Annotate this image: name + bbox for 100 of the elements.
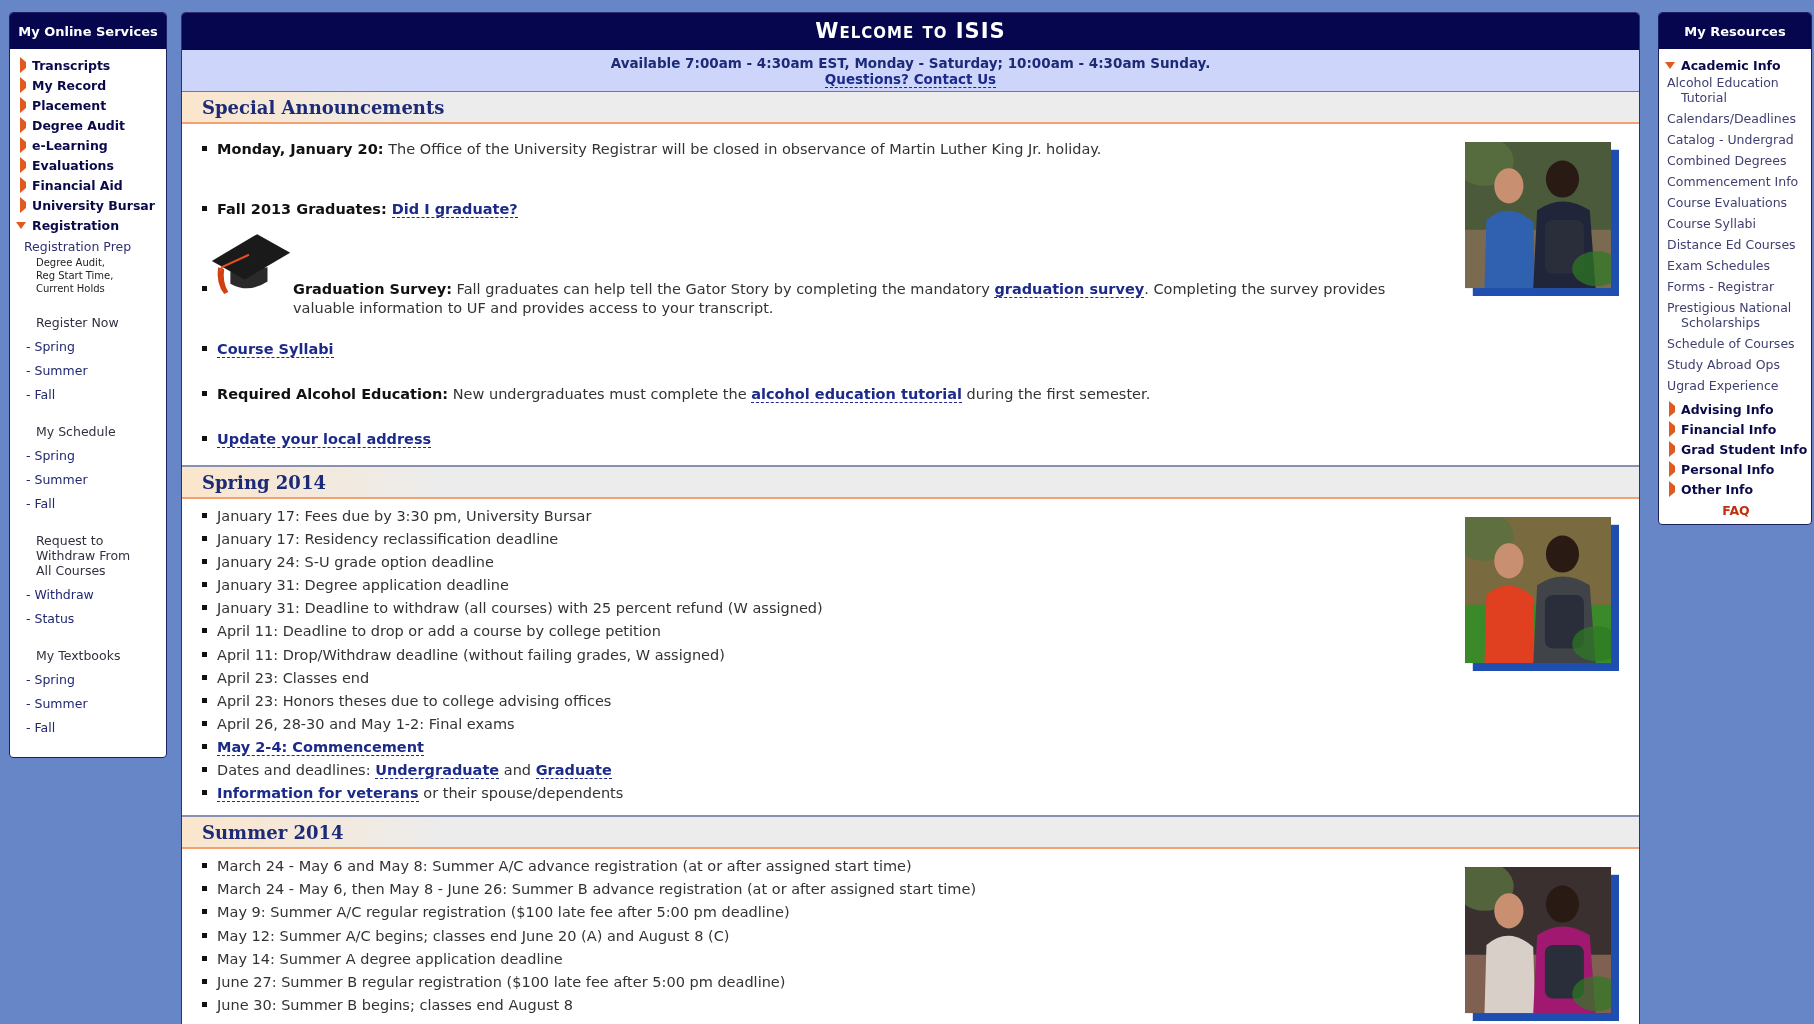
- menu-link[interactable]: Calendars/Deadlines: [1667, 111, 1807, 126]
- menu-section[interactable]: Financial Info: [1681, 421, 1777, 437]
- announcement-text: Graduation Survey: Fall graduates can help tell the Gator Story by completing the mandatory graduation survey. Completing the survey provides valuable information to UF and provides access to your transcript.: [293, 280, 1387, 318]
- text-link[interactable]: Update your local address: [217, 431, 432, 448]
- menu-section[interactable]: Evaluations: [32, 157, 114, 173]
- menu-heading[interactable]: My Textbooks: [36, 648, 146, 663]
- menu-section[interactable]: Advising Info: [1681, 401, 1774, 417]
- bullet-icon: [202, 720, 207, 726]
- menu-heading[interactable]: Request to Withdraw From All Courses: [36, 533, 146, 578]
- bullet-icon: [202, 790, 207, 796]
- menu-link[interactable]: Exam Schedules: [1667, 258, 1807, 273]
- bullet-icon: [202, 674, 207, 680]
- menu-link[interactable]: - Summer: [26, 695, 162, 713]
- announcement-text: January 17: Residency reclassification deadline: [217, 530, 559, 550]
- menu-link[interactable]: Study Abroad Ops: [1667, 357, 1807, 372]
- announcement-text: January 31: Deadline to withdraw (all courses) with 25 percent refund (W assigned): [217, 599, 823, 619]
- announcement-text: Dates and deadlines: Undergraduate and Graduate: [217, 761, 612, 782]
- menu-link[interactable]: - Status: [26, 610, 162, 628]
- menu-section[interactable]: Registration: [32, 217, 120, 233]
- announcement-text: June 30: Summer B begins; classes end August 8: [217, 995, 573, 1015]
- menu-link[interactable]: Course Evaluations: [1667, 195, 1807, 210]
- text-link[interactable]: Did I graduate?: [391, 201, 518, 218]
- bullet-icon: [202, 436, 207, 441]
- announcement-text: May 14: Summer A degree application deadline: [217, 949, 563, 969]
- menu-heading[interactable]: Register Now: [36, 315, 146, 330]
- bullet-icon: [202, 286, 207, 291]
- text-link[interactable]: graduation survey: [994, 281, 1145, 298]
- menu-section[interactable]: Transcripts: [32, 57, 111, 73]
- announcement-text: March 24 - May 6 and May 8: Summer A/C advance registration (at or after assigned start time): [217, 857, 912, 877]
- bullet-icon: [202, 886, 207, 892]
- menu-link[interactable]: - Summer: [26, 362, 162, 380]
- announcement-text: May 9: Summer A/C regular registration ($100 late fee after 5:00 pm deadline): [217, 903, 790, 923]
- menu-heading[interactable]: My Schedule: [36, 424, 146, 439]
- sidebar-header: My Online Services: [10, 13, 166, 49]
- menu-link[interactable]: Catalog - Undergrad: [1667, 132, 1807, 147]
- page-title: Welcome to ISIS: [182, 13, 1639, 50]
- menu-link[interactable]: Registration Prep: [24, 239, 162, 254]
- bullet-icon: [202, 651, 207, 657]
- menu-link[interactable]: Prestigious National Scholarships: [1667, 300, 1807, 330]
- text-link[interactable]: Undergraduate: [375, 762, 500, 780]
- text-link[interactable]: Course Syllabi: [217, 341, 334, 358]
- menu-section[interactable]: Degree Audit: [32, 117, 126, 133]
- bullet-icon: [202, 767, 207, 773]
- menu-link[interactable]: Ugrad Experience: [1667, 378, 1807, 393]
- menu-link[interactable]: Combined Degrees: [1667, 153, 1807, 168]
- bullet-icon: [202, 582, 207, 588]
- announcement-text: Fall 2013 Graduates: Did I graduate?: [217, 200, 518, 219]
- bullet-icon: [202, 743, 207, 749]
- bullet-icon: [202, 932, 207, 938]
- menu-link[interactable]: - Fall: [26, 719, 162, 737]
- bullet-icon: [202, 146, 207, 151]
- announcement-text: Information for veterans or their spouse/dependents: [217, 784, 624, 805]
- menu-link[interactable]: - Spring: [26, 671, 162, 689]
- section-title: Summer 2014: [202, 822, 344, 844]
- contact-link[interactable]: Questions? Contact Us: [824, 71, 997, 88]
- menu-link[interactable]: - Spring: [26, 447, 162, 465]
- menu-link[interactable]: - Fall: [26, 386, 162, 404]
- menu-link[interactable]: - Spring: [26, 338, 162, 356]
- text-link[interactable]: Information for veterans: [217, 785, 419, 803]
- menu-section[interactable]: Other Info: [1681, 481, 1754, 497]
- menu-link[interactable]: Distance Ed Courses: [1667, 237, 1807, 252]
- text-link[interactable]: Graduate: [535, 762, 612, 780]
- bullet-icon: [202, 909, 207, 915]
- menu-section[interactable]: Grad Student Info: [1681, 441, 1808, 457]
- menu-section[interactable]: Financial Aid: [32, 177, 123, 193]
- announcement-text: May 12: Summer A/C begins; classes end June 20 (A) and August 8 (C): [217, 926, 730, 946]
- menu-link[interactable]: Alcohol Education Tutorial: [1667, 75, 1807, 105]
- menu-link[interactable]: - Fall: [26, 495, 162, 513]
- menu-section[interactable]: e-Learning: [32, 137, 108, 153]
- availability-text: Available 7:00am - 4:30am EST, Monday - Saturday; 10:00am - 4:30am Sunday.: [610, 55, 1211, 71]
- menu-section[interactable]: My Record: [32, 77, 107, 93]
- menu-link[interactable]: Commencement Info: [1667, 174, 1807, 189]
- bullet-icon: [202, 1001, 207, 1007]
- bullet-icon: [202, 559, 207, 565]
- faq-link[interactable]: FAQ: [1665, 503, 1807, 518]
- announcement-text: April 23: Honors theses due to college advising offices: [217, 691, 612, 711]
- bullet-icon: [202, 697, 207, 703]
- menu-link[interactable]: Forms - Registrar: [1667, 279, 1807, 294]
- menu-section[interactable]: Placement: [32, 97, 107, 113]
- bullet-icon: [202, 206, 207, 211]
- announcement-text: January 31: Degree application deadline: [217, 576, 509, 596]
- announcement-text: April 11: Drop/Withdraw deadline (without failing grades, W assigned): [217, 645, 725, 665]
- section-title: Special Announcements: [202, 97, 445, 118]
- section-title: Spring 2014: [202, 472, 326, 493]
- menu-link[interactable]: Course Syllabi: [1667, 216, 1807, 231]
- text-link[interactable]: alcohol education tutorial: [751, 386, 962, 403]
- menu-link[interactable]: - Summer: [26, 471, 162, 489]
- announcement-text: Required Alcohol Education: New undergraduates must complete the alcohol education tutorial during the first semester.: [217, 385, 1151, 404]
- menu-note: Degree Audit, Reg Start Time, Current Holds: [36, 256, 115, 295]
- text-link[interactable]: May 2-4: Commencement: [217, 738, 424, 756]
- menu-section[interactable]: Academic Info: [1681, 57, 1781, 73]
- bullet-icon: [202, 513, 207, 518]
- announcement-text: June 27: Summer B regular registration ($100 late fee after 5:00 pm deadline): [217, 972, 786, 992]
- menu-section[interactable]: University Bursar: [32, 197, 155, 213]
- bullet-icon: [202, 863, 207, 869]
- bullet-icon: [202, 628, 207, 634]
- menu-link[interactable]: - Withdraw: [26, 586, 162, 604]
- menu-section[interactable]: Personal Info: [1681, 461, 1775, 477]
- menu-link[interactable]: Schedule of Courses: [1667, 336, 1807, 351]
- bullet-icon: [202, 391, 207, 396]
